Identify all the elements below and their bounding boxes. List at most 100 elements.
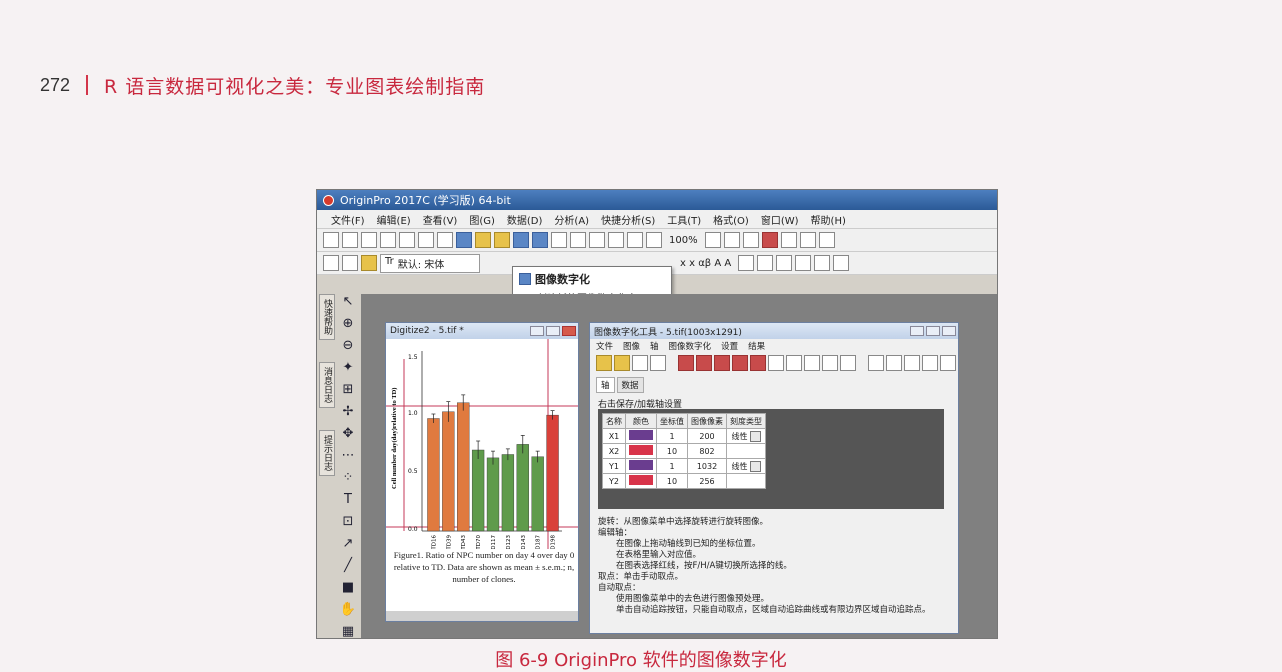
- new-project-icon[interactable]: [323, 232, 339, 248]
- save-template-icon[interactable]: [532, 232, 548, 248]
- line-tool-icon[interactable]: ╱: [339, 558, 357, 574]
- line-color-icon[interactable]: [776, 255, 793, 271]
- new-layout-icon[interactable]: [437, 232, 453, 248]
- new-workbook-icon[interactable]: [342, 232, 358, 248]
- font-color-icon[interactable]: [814, 255, 831, 271]
- menu-quick-analysis[interactable]: 快捷分析(S): [601, 212, 655, 227]
- pattern-icon[interactable]: [757, 255, 774, 271]
- edit-points-icon[interactable]: [768, 355, 784, 371]
- table-row[interactable]: Y2 10 256: [602, 473, 766, 489]
- side-tab-quick-help[interactable]: 快速帮助: [319, 294, 335, 340]
- area-trace-icon[interactable]: [714, 355, 730, 371]
- row-value[interactable]: 10: [656, 443, 688, 459]
- delete-curve-icon[interactable]: [922, 355, 938, 371]
- open-image-icon[interactable]: [596, 355, 612, 371]
- brush-icon[interactable]: [833, 255, 850, 271]
- align-icon[interactable]: [738, 255, 755, 271]
- new-function-icon[interactable]: [418, 232, 434, 248]
- digitizer-maximize-button[interactable]: [926, 326, 940, 336]
- menu-data[interactable]: 数据(D): [507, 212, 543, 227]
- row-pixel[interactable]: 200: [687, 428, 727, 444]
- insert-graph-icon[interactable]: ▦: [339, 624, 357, 638]
- zoom-out-icon[interactable]: ⊖: [339, 338, 357, 354]
- annotation-icon[interactable]: ⊡: [339, 514, 357, 530]
- fill-color-icon[interactable]: [795, 255, 812, 271]
- table-row[interactable]: X1 1 200 线性: [602, 428, 766, 444]
- save-icon[interactable]: [513, 232, 529, 248]
- edit-axes-icon[interactable]: [650, 355, 666, 371]
- refresh-icon[interactable]: [646, 232, 662, 248]
- menu-window[interactable]: 窗口(W): [761, 212, 799, 227]
- auto-trace-icon[interactable]: [696, 355, 712, 371]
- new-notes-icon[interactable]: [399, 232, 415, 248]
- cut-icon[interactable]: [323, 255, 339, 271]
- open-icon[interactable]: [475, 232, 491, 248]
- zoom-in-icon[interactable]: ⊕: [339, 316, 357, 332]
- results-log-icon[interactable]: [780, 232, 797, 248]
- manual-pick-icon[interactable]: [678, 355, 694, 371]
- digitizer-menu-image[interactable]: 图像: [623, 340, 640, 352]
- digitizer-close-button[interactable]: [942, 326, 956, 336]
- digitizer-minimize-button[interactable]: [910, 326, 924, 336]
- menu-edit[interactable]: 编辑(E): [377, 212, 411, 227]
- new-matrix-icon[interactable]: [380, 232, 396, 248]
- side-tab-hint-log[interactable]: 提示日志: [319, 430, 335, 476]
- copy-icon[interactable]: [342, 255, 358, 271]
- side-tab-message-log[interactable]: 消息日志: [319, 362, 335, 408]
- row-pixel[interactable]: 802: [687, 443, 727, 459]
- collapse-icon[interactable]: [940, 355, 956, 371]
- row-scale[interactable]: 线性: [726, 458, 766, 474]
- clear-points-icon[interactable]: [840, 355, 856, 371]
- paste-icon[interactable]: [361, 255, 377, 271]
- menu-help[interactable]: 帮助(H): [811, 212, 846, 227]
- import-wizard-icon[interactable]: [570, 232, 586, 248]
- point-trace-icon[interactable]: [750, 355, 766, 371]
- draw-data-icon[interactable]: ⁘: [339, 470, 357, 486]
- minimize-button[interactable]: [530, 326, 544, 336]
- copy-page-icon[interactable]: [742, 232, 759, 248]
- rectangle-tool-icon[interactable]: ■: [339, 580, 357, 596]
- row-pixel[interactable]: 1032: [687, 458, 727, 474]
- go-to-graph-icon[interactable]: [886, 355, 902, 371]
- table-row[interactable]: Y1 1 1032 线性: [602, 458, 766, 474]
- import-ascii-icon[interactable]: [608, 232, 624, 248]
- zoom-level[interactable]: 100%: [669, 235, 698, 246]
- zoom-dropdown-icon[interactable]: [704, 232, 721, 248]
- import-excel-icon[interactable]: [589, 232, 605, 248]
- command-window-icon[interactable]: [799, 232, 816, 248]
- maximize-button[interactable]: [546, 326, 560, 336]
- font-select[interactable]: Tr 默认: 宋体: [380, 253, 480, 273]
- scale-icon[interactable]: ✦: [339, 360, 357, 376]
- menu-format[interactable]: 格式(O): [713, 212, 749, 227]
- format-symbols[interactable]: x x αβ A A: [680, 258, 731, 269]
- text-tool-icon[interactable]: T: [339, 492, 357, 508]
- new-graph-icon[interactable]: [361, 232, 377, 248]
- code-builder-icon[interactable]: [818, 232, 835, 248]
- chevron-down-icon[interactable]: [749, 430, 761, 442]
- digitizer-menu-axis[interactable]: 轴: [650, 340, 659, 352]
- tab-data[interactable]: 数据: [616, 377, 644, 393]
- row-scale[interactable]: 线性: [726, 428, 766, 444]
- select-points-icon[interactable]: [822, 355, 838, 371]
- screen-reader-icon[interactable]: ✢: [339, 404, 357, 420]
- project-explorer-icon[interactable]: [761, 232, 778, 248]
- rotate-image-icon[interactable]: [632, 355, 648, 371]
- row-color[interactable]: [625, 458, 657, 474]
- add-curve-icon[interactable]: [904, 355, 920, 371]
- chevron-down-icon[interactable]: [749, 460, 761, 472]
- menu-view[interactable]: 查看(V): [423, 212, 458, 227]
- hand-tool-icon[interactable]: ✋: [339, 602, 357, 618]
- row-pixel[interactable]: 256: [687, 473, 727, 489]
- recalculate-icon[interactable]: [627, 232, 643, 248]
- row-color[interactable]: [625, 428, 657, 444]
- row-color[interactable]: [625, 473, 657, 489]
- paste-image-icon[interactable]: [614, 355, 630, 371]
- go-to-data-icon[interactable]: [868, 355, 884, 371]
- data-reader-icon[interactable]: ⊞: [339, 382, 357, 398]
- menu-graph[interactable]: 图(G): [469, 212, 495, 227]
- pointer-icon[interactable]: ↖: [339, 294, 357, 310]
- menu-tools[interactable]: 工具(T): [667, 212, 701, 227]
- import-icon[interactable]: [551, 232, 567, 248]
- row-value[interactable]: 1: [656, 428, 688, 444]
- image-digitizer-icon[interactable]: [456, 232, 472, 248]
